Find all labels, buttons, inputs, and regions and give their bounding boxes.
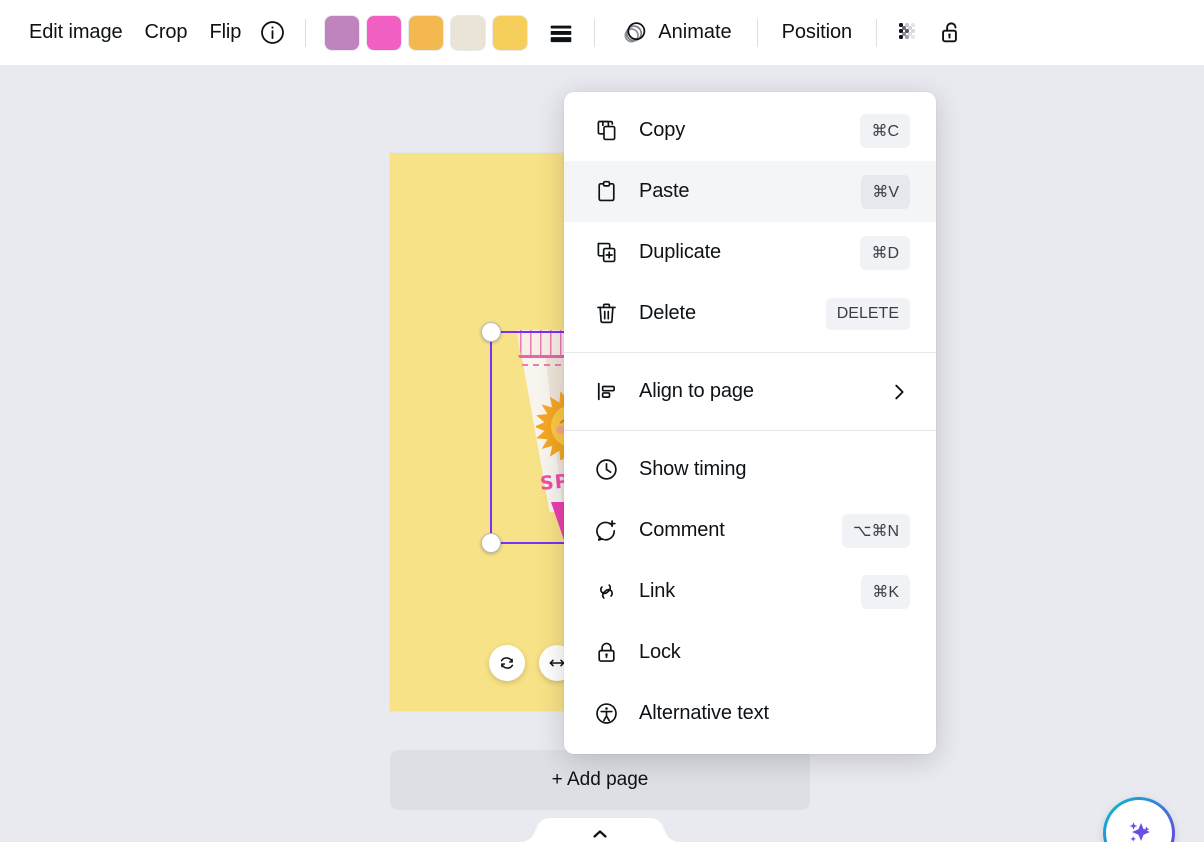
menu-shortcut: ⌥⌘N <box>842 513 910 548</box>
crop-button[interactable]: Crop <box>134 13 199 52</box>
position-button[interactable]: Position <box>771 13 863 52</box>
panel-expand-tab[interactable] <box>520 818 680 842</box>
flip-button[interactable]: Flip <box>198 13 252 52</box>
add-page-label: + Add page <box>551 769 649 790</box>
transparency-icon[interactable] <box>890 13 930 53</box>
rotate-button[interactable] <box>489 645 525 681</box>
add-page-button[interactable]: + Add page <box>390 750 810 810</box>
swatch-cream[interactable] <box>451 15 486 50</box>
menu-label: Show timing <box>639 458 747 480</box>
chevron-right-icon <box>888 381 910 403</box>
toolbar-divider <box>305 18 307 47</box>
align-icon <box>592 378 620 406</box>
magic-button-inner <box>1106 800 1172 842</box>
duplicate-icon <box>592 239 620 267</box>
menu-item-duplicate[interactable]: Duplicate ⌘D <box>564 222 936 283</box>
menu-item-paste[interactable]: Paste ⌘V <box>564 161 936 222</box>
swatch-orange[interactable] <box>409 15 444 50</box>
top-toolbar: Edit image Crop Flip Animate Position <box>0 0 1204 65</box>
menu-label: Comment <box>639 519 725 541</box>
menu-label: Link <box>639 580 676 602</box>
menu-item-link[interactable]: Link ⌘K <box>564 561 936 622</box>
toolbar-divider-2 <box>594 18 596 47</box>
menu-item-alternative-text[interactable]: Alternative text <box>564 683 936 744</box>
color-swatch-group <box>325 15 528 50</box>
link-icon <box>592 578 620 606</box>
menu-label: Align to page <box>639 380 754 402</box>
accessibility-icon <box>592 700 620 728</box>
toolbar-divider-3 <box>756 18 758 47</box>
menu-separator-1 <box>564 352 936 353</box>
stacked-bars-icon[interactable] <box>541 13 581 53</box>
animate-circles-icon <box>620 19 648 47</box>
info-circle-icon[interactable] <box>252 13 292 53</box>
menu-shortcut: ⌘D <box>860 235 910 270</box>
floating-action-buttons <box>489 645 575 681</box>
comment-plus-icon <box>592 517 620 545</box>
menu-shortcut: ⌘C <box>860 113 910 148</box>
menu-item-comment[interactable]: Comment ⌥⌘N <box>564 500 936 561</box>
menu-item-align-to-page[interactable]: Align to page <box>564 361 936 422</box>
menu-item-delete[interactable]: Delete DELETE <box>564 283 936 344</box>
animate-label: Animate <box>658 21 732 43</box>
menu-label: Lock <box>639 641 681 663</box>
menu-item-show-timing[interactable]: Show timing <box>564 439 936 500</box>
copy-icon <box>592 117 620 145</box>
menu-label: Copy <box>639 119 686 141</box>
lock-icon <box>592 639 620 667</box>
clock-icon <box>592 456 620 484</box>
magic-studio-button[interactable] <box>1103 797 1175 842</box>
menu-shortcut: ⌘K <box>861 574 910 609</box>
menu-item-copy[interactable]: Copy ⌘C <box>564 100 936 161</box>
menu-shortcut: DELETE <box>825 297 910 330</box>
menu-label: Alternative text <box>639 702 769 724</box>
sparkles-icon <box>1122 816 1156 842</box>
swatch-pink[interactable] <box>367 15 402 50</box>
trash-icon <box>592 300 620 328</box>
chevron-up-icon <box>591 828 609 840</box>
edit-image-button[interactable]: Edit image <box>18 13 134 52</box>
context-menu[interactable]: Copy ⌘C Paste ⌘V Duplicate ⌘D Delete DEL… <box>564 92 936 754</box>
animate-button[interactable]: Animate <box>608 11 743 55</box>
menu-item-lock[interactable]: Lock <box>564 622 936 683</box>
rotate-icon <box>497 653 517 673</box>
menu-shortcut: ⌘V <box>861 174 910 209</box>
swatch-mauve[interactable] <box>325 15 360 50</box>
menu-label: Duplicate <box>639 241 722 263</box>
paste-icon <box>592 178 620 206</box>
unlocked-padlock-icon[interactable] <box>930 13 970 53</box>
toolbar-divider-4 <box>876 18 878 47</box>
menu-separator-2 <box>564 430 936 431</box>
menu-label: Paste <box>639 180 690 202</box>
swatch-yellow[interactable] <box>493 15 528 50</box>
menu-label: Delete <box>639 302 696 324</box>
app-root: Edit image Crop Flip Animate Position SP… <box>0 0 1204 842</box>
